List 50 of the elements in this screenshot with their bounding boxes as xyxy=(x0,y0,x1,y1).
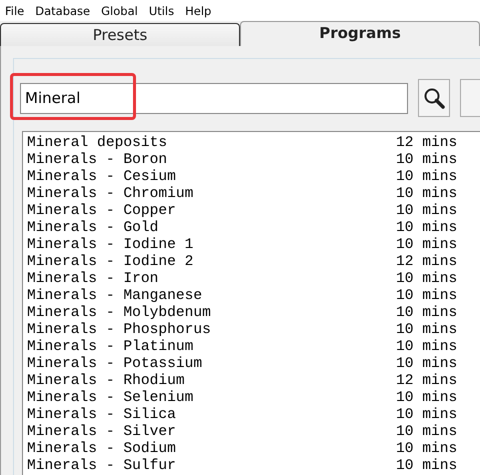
program-name[interactable]: Minerals - Rhodium xyxy=(27,373,396,390)
program-name[interactable]: Minerals - Sulfur xyxy=(27,458,396,475)
menu-item[interactable]: File xyxy=(5,4,24,18)
program-duration: 10 mins xyxy=(396,390,458,407)
search-field[interactable]: Mineral xyxy=(20,82,408,114)
program-duration: 10 mins xyxy=(396,152,458,169)
program-name[interactable]: Minerals - Boron xyxy=(27,152,396,169)
program-name[interactable]: Minerals - Iodine 2 xyxy=(27,254,396,271)
program-duration: 12 mins xyxy=(396,254,458,271)
menu-item[interactable]: Help xyxy=(185,4,212,18)
tab[interactable]: Presets xyxy=(0,23,240,46)
program-name[interactable]: Minerals - Silica xyxy=(27,407,396,424)
program-duration: 10 mins xyxy=(396,288,458,305)
program-duration: 10 mins xyxy=(396,407,458,424)
program-name[interactable]: Minerals - Iodine 1 xyxy=(27,237,396,254)
program-name[interactable]: Minerals - Potassium xyxy=(27,356,396,373)
program-duration: 10 mins xyxy=(396,458,458,475)
program-name[interactable]: Minerals - Chromium xyxy=(27,186,396,203)
program-duration: 10 mins xyxy=(396,186,458,203)
program-duration: 10 mins xyxy=(396,305,458,322)
program-name[interactable]: Minerals - Iron xyxy=(27,271,396,288)
program-name[interactable]: Mineral deposits xyxy=(27,135,396,152)
menu-item[interactable]: Utils xyxy=(148,4,174,18)
program-duration: 12 mins xyxy=(396,373,458,390)
program-name[interactable]: Minerals - Selenium xyxy=(27,390,396,407)
program-name[interactable]: Minerals - Molybdenum xyxy=(27,305,396,322)
program-duration: 12 mins xyxy=(396,135,458,152)
program-name[interactable]: Minerals - Copper xyxy=(27,203,396,220)
program-name[interactable]: Minerals - Sodium xyxy=(27,441,396,458)
program-name[interactable]: Minerals - Platinum xyxy=(27,339,396,356)
program-duration: 10 mins xyxy=(396,322,458,339)
program-name[interactable]: Minerals - Manganese xyxy=(27,288,396,305)
program-name[interactable]: Minerals - Silver xyxy=(27,424,396,441)
program-duration: 10 mins xyxy=(396,220,458,237)
tab[interactable]: Programs xyxy=(240,21,480,46)
search-icon xyxy=(423,87,445,109)
search-button[interactable] xyxy=(418,79,450,117)
program-duration: 10 mins xyxy=(396,424,458,441)
program-name[interactable]: Minerals - Gold xyxy=(27,220,396,237)
program-duration: 10 mins xyxy=(396,339,458,356)
menu-item[interactable]: Global xyxy=(101,4,138,18)
program-duration: 10 mins xyxy=(396,203,458,220)
program-duration: 10 mins xyxy=(396,169,458,186)
menu-item[interactable]: Database xyxy=(35,4,90,18)
program-duration: 10 mins xyxy=(396,356,458,373)
program-duration: 10 mins xyxy=(396,441,458,458)
program-name[interactable]: Minerals - Cesium xyxy=(27,169,396,186)
program-name[interactable]: Minerals - Phosphorus xyxy=(27,322,396,339)
program-duration: 10 mins xyxy=(396,237,458,254)
program-duration: 10 mins xyxy=(396,271,458,288)
